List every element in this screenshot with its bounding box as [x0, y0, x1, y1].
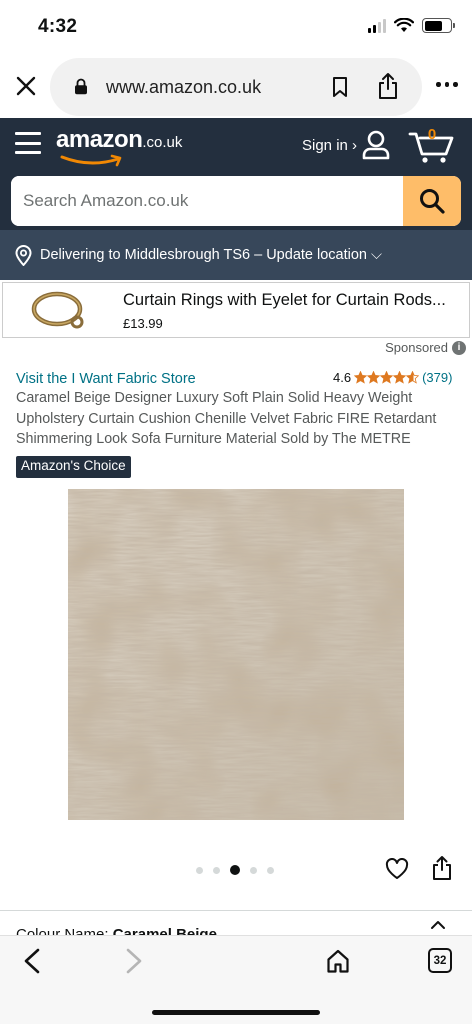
- carousel-dot[interactable]: [230, 865, 240, 875]
- address-bar[interactable]: www.amazon.co.uk: [50, 58, 422, 116]
- sponsored-text: Sponsored: [385, 340, 448, 355]
- lock-icon: [75, 78, 87, 95]
- logo-text: amazon: [56, 126, 143, 153]
- star-icon: [380, 371, 394, 384]
- product-title: Caramel Beige Designer Luxury Soft Plain…: [16, 390, 437, 448]
- search-bar: [11, 176, 461, 226]
- cellular-signal-icon: [368, 18, 386, 33]
- cart-count: 0: [427, 126, 437, 143]
- fabric-texture-image: [68, 489, 404, 820]
- colour-selector-label[interactable]: Colour Name: Caramel Beige: [16, 927, 316, 935]
- bookmark-icon[interactable]: [330, 76, 350, 98]
- delivery-location-bar[interactable]: Delivering to Middlesbrough TS6 – Update…: [0, 230, 472, 280]
- logo-suffix: .co.uk: [142, 134, 183, 151]
- sign-in-link[interactable]: Sign in ›: [302, 137, 357, 154]
- amazons-choice-badge: Amazon's Choice: [16, 456, 131, 478]
- search-button[interactable]: [403, 176, 461, 226]
- colour-label: Colour Name:: [16, 927, 109, 935]
- home-icon[interactable]: [326, 948, 350, 974]
- sponsored-ad[interactable]: Curtain Rings with Eyelet for Curtain Ro…: [2, 282, 470, 338]
- browser-bottom-toolbar: 32: [0, 935, 472, 1024]
- curtain-ring-image: [31, 291, 84, 329]
- rating-value: 4.6: [333, 370, 352, 385]
- back-arrow-icon[interactable]: [22, 948, 42, 974]
- browser-toolbar: www.amazon.co.uk: [0, 56, 472, 118]
- carousel-dot[interactable]: [267, 866, 274, 874]
- image-carousel-dots[interactable]: [196, 865, 274, 875]
- heart-icon[interactable]: [385, 858, 409, 880]
- carousel-dot[interactable]: [213, 866, 220, 874]
- tabs-count-button[interactable]: 32: [428, 948, 452, 973]
- amazon-logo[interactable]: amazon.co.uk: [56, 126, 196, 167]
- home-indicator: [152, 1010, 320, 1015]
- carousel-dot[interactable]: [196, 866, 203, 874]
- url-text: www.amazon.co.uk: [106, 77, 262, 97]
- amazon-header: amazon.co.uk Sign in › 0: [0, 118, 472, 230]
- forward-arrow-icon[interactable]: [124, 948, 144, 974]
- product-rating[interactable]: 4.6 (379): [333, 370, 452, 385]
- colour-value: Caramel Beige: [113, 927, 217, 935]
- product-image[interactable]: [68, 489, 404, 820]
- status-icons: [368, 18, 455, 33]
- amazon-smile-icon: [60, 154, 122, 167]
- star-icon: [367, 371, 381, 384]
- share-product-icon[interactable]: [431, 855, 453, 881]
- more-options-icon[interactable]: [436, 82, 458, 87]
- user-account-icon[interactable]: [362, 130, 390, 160]
- chevron-up-icon[interactable]: [430, 920, 446, 930]
- delivery-text: Delivering to Middlesbrough TS6 – Update…: [40, 247, 382, 263]
- ad-price: £13.99: [123, 316, 163, 331]
- store-link[interactable]: Visit the I Want Fabric Store: [16, 371, 196, 387]
- share-icon[interactable]: [376, 72, 400, 100]
- battery-icon: [422, 18, 455, 33]
- section-divider: [0, 910, 472, 911]
- search-icon: [420, 189, 445, 214]
- star-icon: [393, 371, 407, 384]
- wifi-icon: [394, 18, 414, 32]
- rating-count[interactable]: (379): [422, 370, 452, 385]
- star-rating: [354, 371, 420, 384]
- menu-icon[interactable]: [15, 132, 41, 154]
- status-time: 4:32: [38, 16, 78, 37]
- star-icon: [406, 371, 420, 384]
- search-input[interactable]: [11, 176, 403, 226]
- status-bar: 4:32: [0, 0, 472, 56]
- close-tab-icon[interactable]: [14, 74, 38, 98]
- carousel-dot[interactable]: [250, 866, 257, 874]
- ad-title: Curtain Rings with Eyelet for Curtain Ro…: [123, 291, 446, 309]
- location-pin-icon: [15, 245, 32, 266]
- sponsored-label[interactable]: Sponsored i: [385, 340, 466, 355]
- star-icon: [354, 371, 368, 384]
- info-icon: i: [452, 340, 466, 355]
